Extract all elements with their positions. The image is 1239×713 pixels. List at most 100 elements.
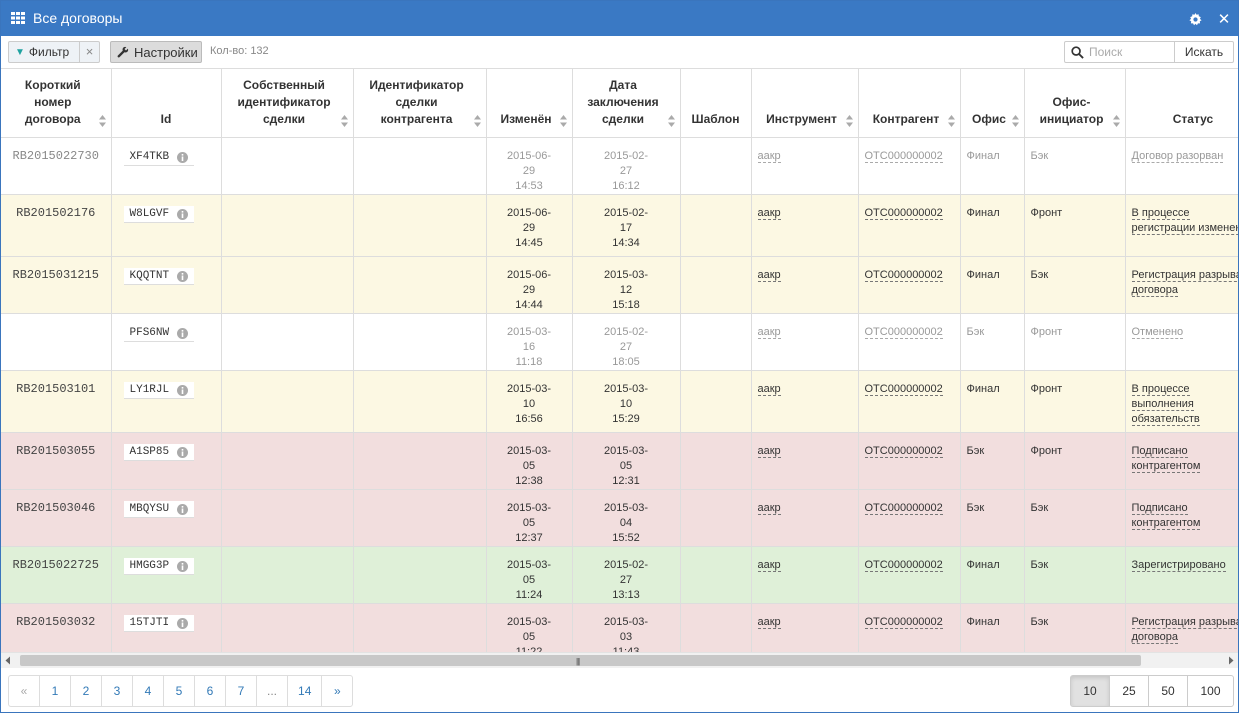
sort-icon[interactable]	[1011, 114, 1019, 127]
id-badge[interactable]: LY1RJL	[123, 382, 195, 399]
cell-status-link[interactable]: Регистрация разрыва договора	[1131, 615, 1238, 644]
column-header[interactable]: Контрагент	[858, 69, 961, 138]
search-button[interactable]: Искать	[1174, 41, 1234, 63]
column-header[interactable]: Короткий номер договора	[1, 69, 112, 138]
page-link[interactable]: «	[8, 675, 40, 707]
cell-status-link[interactable]: Подписано контрагентом	[1131, 444, 1201, 473]
cell-contragent-link[interactable]: OTC000000002	[864, 444, 943, 458]
page-link[interactable]: 7	[225, 675, 257, 707]
table-row[interactable]: RB201503046 MBQYSU 2015-03-05 12:37 2015-03…	[1, 489, 1238, 547]
cell-instrument-link[interactable]: аакр	[757, 444, 781, 458]
sort-icon[interactable]	[473, 114, 481, 127]
column-header[interactable]: Офис	[960, 69, 1025, 138]
page-link[interactable]: 1	[39, 675, 71, 707]
search-input[interactable]	[1089, 44, 1173, 60]
sort-icon[interactable]	[559, 114, 567, 127]
info-icon[interactable]	[177, 384, 189, 396]
cell-status-link[interactable]: Зарегистрировано	[1131, 558, 1226, 572]
info-icon[interactable]	[177, 617, 189, 629]
gear-icon[interactable]	[1186, 10, 1204, 28]
column-header[interactable]: Офис-инициатор	[1024, 69, 1126, 138]
info-icon[interactable]	[177, 151, 189, 163]
column-header[interactable]: Изменён	[486, 69, 573, 138]
info-icon[interactable]	[177, 446, 189, 458]
cell-initiator-office: Бэк	[1024, 546, 1126, 604]
cell-instrument-link[interactable]: аакр	[757, 149, 781, 163]
id-badge[interactable]: KQQTNT	[123, 268, 195, 285]
column-header[interactable]: Собственный идентификатор сделки	[221, 69, 354, 138]
id-badge[interactable]: PFS6NW	[123, 325, 195, 342]
info-icon[interactable]	[177, 208, 189, 220]
cell-contragent-link[interactable]: OTC000000002	[864, 558, 943, 572]
cell-contragent-link[interactable]: OTC000000002	[864, 615, 943, 629]
table-row[interactable]: RB201503101 LY1RJL 2015-03-10 16:56 2015-03…	[1, 370, 1238, 433]
cell-instrument-link[interactable]: аакр	[757, 268, 781, 282]
table-row[interactable]: PFS6NW 2015-03-16 11:18 2015-02-27 18:05 аа…	[1, 313, 1238, 371]
cell-instrument-link[interactable]: аакр	[757, 615, 781, 629]
cell-contragent-link[interactable]: OTC000000002	[864, 382, 943, 396]
id-badge[interactable]: 15TJTI	[123, 615, 195, 632]
cell-status-link[interactable]: Договор разорван	[1131, 149, 1224, 163]
id-badge[interactable]: HMGG3P	[123, 558, 195, 575]
table-row[interactable]: RB201503055 A1SP85 2015-03-05 12:38 2015-03…	[1, 432, 1238, 490]
info-icon[interactable]	[177, 503, 189, 515]
id-badge[interactable]: XF4TKB	[123, 149, 195, 166]
cell-contragent-link[interactable]: OTC000000002	[864, 206, 943, 220]
cell-instrument-link[interactable]: аакр	[757, 501, 781, 515]
sort-icon[interactable]	[667, 114, 675, 127]
sort-icon[interactable]	[340, 114, 348, 127]
close-icon[interactable]: ✕	[1215, 10, 1233, 28]
clear-filter-icon[interactable]: ×	[79, 42, 99, 62]
id-badge[interactable]: A1SP85	[123, 444, 195, 461]
sort-icon[interactable]	[98, 114, 106, 127]
column-header[interactable]: Инструмент	[751, 69, 859, 138]
id-badge[interactable]: MBQYSU	[123, 501, 195, 518]
page-link[interactable]: 2	[70, 675, 102, 707]
column-header[interactable]: Идентификатор сделки контрагента	[353, 69, 487, 138]
cell-contragent-link[interactable]: OTC000000002	[864, 501, 943, 515]
search-field[interactable]	[1064, 41, 1175, 63]
cell-instrument-link[interactable]: аакр	[757, 206, 781, 220]
table-row[interactable]: RB2015022730 XF4TKB 2015-06-29 14:53 2015-0…	[1, 137, 1238, 195]
table-row[interactable]: RB2015031215 KQQTNT 2015-06-29 14:44 2015-0…	[1, 256, 1238, 314]
scroll-right-icon[interactable]	[1227, 656, 1235, 665]
cell-status-link[interactable]: Регистрация разрыва договора	[1131, 268, 1238, 297]
table-row[interactable]: RB201502176 W8LGVF 2015-06-29 14:45 2015-02…	[1, 194, 1238, 257]
page-link[interactable]: »	[321, 675, 354, 707]
id-badge[interactable]: W8LGVF	[123, 206, 195, 223]
cell-status-link[interactable]: В процессе регистрации изменений	[1131, 206, 1238, 235]
page-size-option[interactable]: 10	[1070, 675, 1110, 707]
column-header[interactable]: Дата заключения сделки	[572, 69, 681, 138]
cell-contragent-link[interactable]: OTC000000002	[864, 268, 943, 282]
info-icon[interactable]	[177, 270, 189, 282]
cell-contragent-link[interactable]: OTC000000002	[864, 325, 943, 339]
table-row[interactable]: RB201503032 15TJTI 2015-03-05 11:22 2015-03…	[1, 603, 1238, 652]
cell-status-link[interactable]: Отменено	[1131, 325, 1184, 339]
info-icon[interactable]	[177, 327, 189, 339]
page-link[interactable]: 4	[132, 675, 164, 707]
page-link[interactable]: 5	[163, 675, 195, 707]
settings-button[interactable]: Настройки	[110, 41, 202, 63]
page-size-option[interactable]: 25	[1109, 675, 1149, 707]
scroll-left-icon[interactable]	[4, 656, 12, 665]
scrollbar-thumb[interactable]: |||	[20, 655, 1141, 666]
sort-icon[interactable]	[947, 114, 955, 127]
page-size-option[interactable]: 100	[1187, 675, 1234, 707]
table-row[interactable]: RB2015022725 HMGG3P 2015-03-05 11:24 2015-0…	[1, 546, 1238, 604]
page-link[interactable]: 14	[287, 675, 323, 707]
cell-status-link[interactable]: В процессе выполнения обязательств	[1131, 382, 1200, 426]
cell-instrument-link[interactable]: аакр	[757, 558, 781, 572]
cell-contragent-link[interactable]: OTC000000002	[864, 149, 943, 163]
horizontal-scrollbar[interactable]: |||	[1, 652, 1238, 668]
filter-button[interactable]: ▼ Фильтр ×	[8, 41, 100, 63]
page-size-option[interactable]: 50	[1148, 675, 1188, 707]
sort-icon[interactable]	[1112, 114, 1120, 127]
cell-instrument-link[interactable]: аакр	[757, 325, 781, 339]
cell-instrument-link[interactable]: аакр	[757, 382, 781, 396]
info-icon[interactable]	[177, 560, 189, 572]
page-link[interactable]: 6	[194, 675, 226, 707]
sort-icon[interactable]	[845, 114, 853, 127]
title-bar: Все договоры ✕	[1, 1, 1238, 36]
cell-status-link[interactable]: Подписано контрагентом	[1131, 501, 1201, 530]
page-link[interactable]: 3	[101, 675, 133, 707]
